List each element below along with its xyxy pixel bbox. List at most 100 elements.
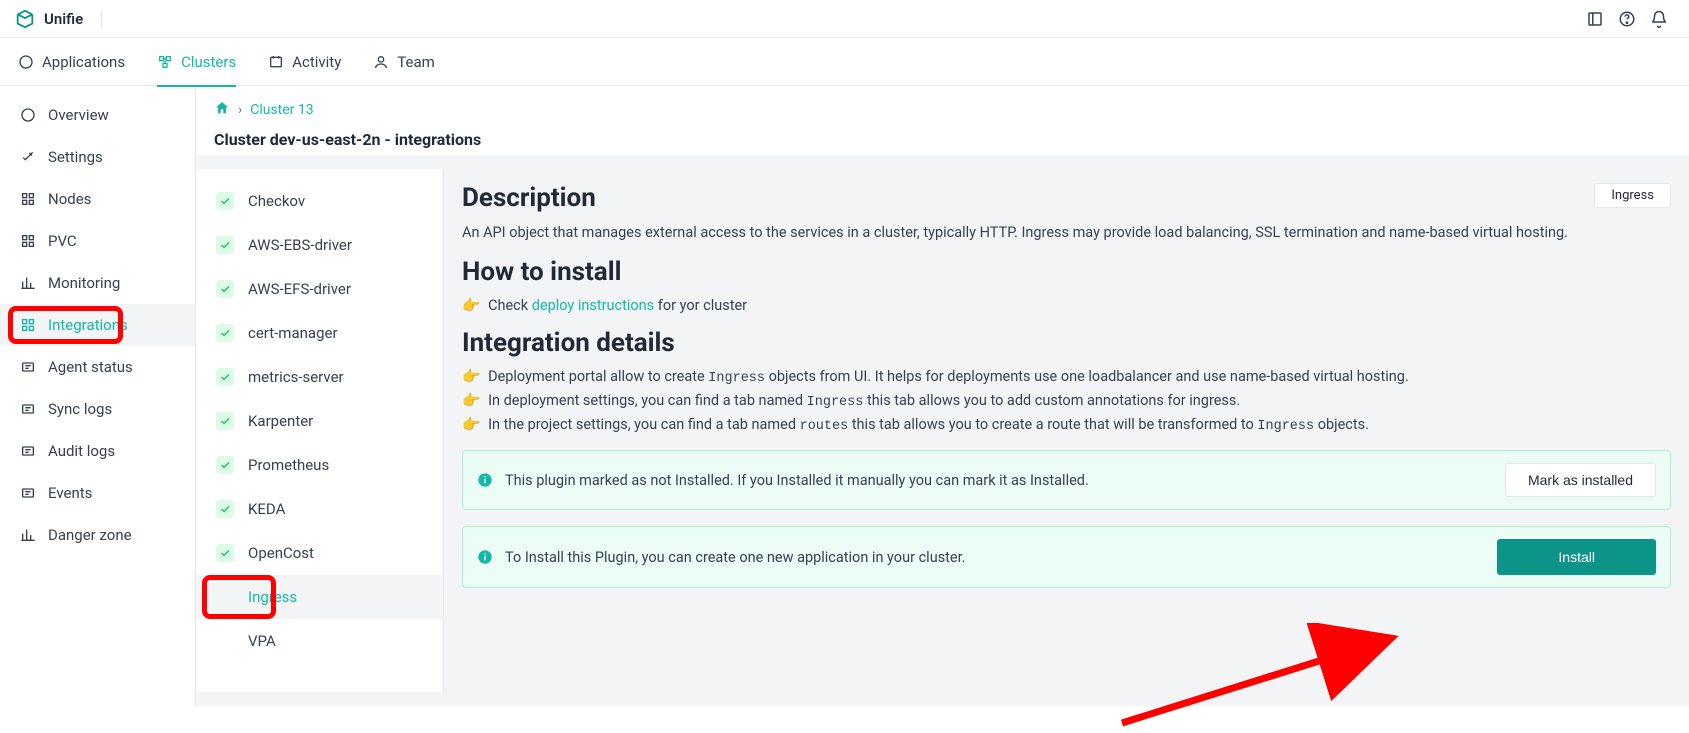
sidebar-item-sync-logs[interactable]: Sync logs [0, 388, 195, 430]
detail-bullet: 👉 In deployment settings, you can find a… [462, 392, 1671, 410]
alert-install: To Install this Plugin, you can create o… [462, 526, 1671, 588]
detail-bullet: 👉 In the project settings, you can find … [462, 416, 1671, 434]
sidebar-item-settings[interactable]: Settings [0, 136, 195, 178]
sidebar-item-danger-zone[interactable]: Danger zone [0, 514, 195, 556]
bullet-code: Ingress [708, 371, 765, 386]
integration-details-heading: Integration details [462, 328, 1671, 358]
deploy-instructions-link[interactable]: deploy instructions [532, 297, 654, 314]
how-line: 👉 Check deploy instructions for yor clus… [462, 297, 1671, 314]
bullet-text: this tab allows you to create a route th… [848, 416, 1257, 433]
help-icon[interactable] [1611, 3, 1643, 35]
alert-message: To Install this Plugin, you can create o… [505, 549, 1485, 566]
integration-item-label: Checkov [248, 192, 305, 210]
sidebar-item-audit-logs[interactable]: Audit logs [0, 430, 195, 472]
logo-block: Unifie [14, 8, 112, 30]
pointing-right-icon: 👉 [462, 416, 480, 433]
breadcrumb-link[interactable]: Cluster 13 [250, 102, 313, 118]
chevron-right-icon: › [238, 102, 242, 118]
integration-item-label: AWS-EBS-driver [248, 236, 352, 254]
sidebar-item-label: Danger zone [48, 526, 132, 544]
check-icon [216, 544, 234, 562]
sidebar-item-integrations[interactable]: Integrations [0, 304, 195, 346]
integration-item-label: KEDA [248, 500, 285, 518]
bullet-text: In the project settings, you can find a … [488, 416, 800, 433]
sidebar-item-label: Nodes [48, 190, 91, 208]
integration-detail: Ingress Description An API object that m… [444, 155, 1689, 706]
tab-clusters[interactable]: Clusters [157, 38, 236, 86]
how-suffix: for yor cluster [658, 297, 747, 314]
integration-item-ingress[interactable]: Ingress [196, 575, 443, 619]
page-title: Cluster dev-us-east-2n - integrations [214, 130, 1671, 149]
integration-item-aws-ebs-driver[interactable]: AWS-EBS-driver [196, 223, 443, 267]
check-icon [216, 192, 234, 210]
tab-applications[interactable]: Applications [18, 38, 125, 86]
integration-item-label: Prometheus [248, 456, 329, 474]
tab-applications-label: Applications [42, 53, 125, 71]
how-to-install-heading: How to install [462, 257, 1671, 287]
integration-item-label: cert-manager [248, 324, 338, 342]
sidebar-item-label: Events [48, 484, 92, 502]
alert-message: This plugin marked as not Installed. If … [505, 472, 1493, 489]
check-icon [216, 324, 234, 342]
integration-item-prometheus[interactable]: Prometheus [196, 443, 443, 487]
integration-item-karpenter[interactable]: Karpenter [196, 399, 443, 443]
annotation-arrow-icon [1102, 623, 1422, 733]
integration-item-label: Ingress [248, 588, 297, 606]
sidebar-item-agent-status[interactable]: Agent status [0, 346, 195, 388]
tab-activity-label: Activity [292, 53, 341, 71]
install-button[interactable]: Install [1497, 539, 1656, 575]
sidebar-item-label: Audit logs [48, 442, 115, 460]
top-bar: Unifie [0, 0, 1689, 38]
check-icon [216, 280, 234, 298]
breadcrumb-area: › Cluster 13 Cluster dev-us-east-2n - in… [196, 86, 1689, 155]
tab-clusters-label: Clusters [181, 53, 236, 71]
info-icon [477, 472, 493, 488]
integration-item-checkov[interactable]: Checkov [196, 179, 443, 223]
bullet-text: objects from UI. It helps for deployment… [765, 368, 1409, 385]
alert-not-installed: This plugin marked as not Installed. If … [462, 450, 1671, 510]
info-icon [477, 549, 493, 565]
integration-item-aws-efs-driver[interactable]: AWS-EFS-driver [196, 267, 443, 311]
integration-item-label: VPA [248, 632, 276, 650]
home-icon[interactable] [214, 100, 230, 120]
integration-item-label: AWS-EFS-driver [248, 280, 351, 298]
brand-name: Unifie [44, 10, 83, 28]
integration-item-label: metrics-server [248, 368, 344, 386]
bullet-text: Deployment portal allow to create [488, 368, 708, 385]
integration-item-keda[interactable]: KEDA [196, 487, 443, 531]
check-icon [216, 500, 234, 518]
check-icon [216, 236, 234, 254]
integration-item-label: Karpenter [248, 412, 313, 430]
integrations-list: Checkov AWS-EBS-driver AWS-EFS-driver ce… [196, 169, 444, 692]
main-nav: Applications Clusters Activity Team [0, 38, 1689, 86]
panel-icon[interactable] [1579, 3, 1611, 35]
tab-team[interactable]: Team [373, 38, 435, 86]
integration-item-label: OpenCost [248, 544, 314, 562]
description-body: An API object that manages external acce… [462, 223, 1671, 243]
integration-item-vpa[interactable]: VPA [196, 619, 443, 663]
bullet-text: this tab allows you to add custom annota… [863, 392, 1240, 409]
pointing-right-icon: 👉 [462, 297, 480, 314]
detail-badge: Ingress [1594, 183, 1671, 208]
tab-activity[interactable]: Activity [268, 38, 341, 86]
check-icon [216, 368, 234, 386]
bullet-code: Ingress [807, 395, 864, 410]
integration-item-metrics-server[interactable]: metrics-server [196, 355, 443, 399]
tab-team-label: Team [397, 53, 435, 71]
bell-icon[interactable] [1643, 3, 1675, 35]
cluster-sidebar: Overview Settings Nodes PVC Monitoring I… [0, 86, 196, 706]
integration-item-opencost[interactable]: OpenCost [196, 531, 443, 575]
how-prefix: Check [488, 297, 532, 314]
app-logo-icon [14, 8, 36, 30]
detail-bullet: 👉 Deployment portal allow to create Ingr… [462, 368, 1671, 386]
bullet-code: routes [800, 419, 849, 434]
integration-item-cert-manager[interactable]: cert-manager [196, 311, 443, 355]
bullet-text: In deployment settings, you can find a t… [488, 392, 807, 409]
bullet-text: objects. [1314, 416, 1369, 433]
sidebar-item-pvc[interactable]: PVC [0, 220, 195, 262]
mark-as-installed-button[interactable]: Mark as installed [1505, 463, 1656, 497]
sidebar-item-monitoring[interactable]: Monitoring [0, 262, 195, 304]
sidebar-item-events[interactable]: Events [0, 472, 195, 514]
sidebar-item-nodes[interactable]: Nodes [0, 178, 195, 220]
sidebar-item-overview[interactable]: Overview [0, 94, 195, 136]
